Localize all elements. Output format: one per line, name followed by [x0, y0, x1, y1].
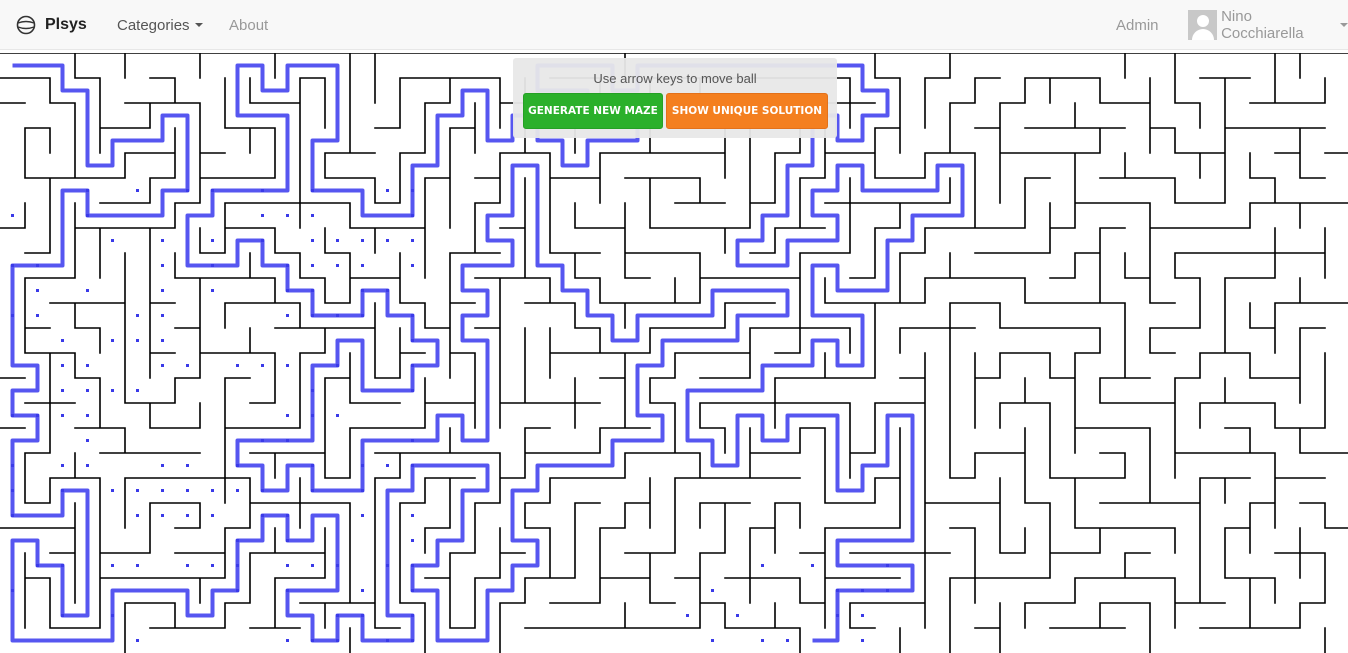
show-solution-button[interactable]: SHOW UNIQUE SOLUTION: [666, 93, 828, 129]
maze-walls: [0, 53, 1348, 653]
maze-control-panel: Use arrow keys to move ball GENERATE NEW…: [513, 58, 837, 138]
brand-name: Plsys: [45, 16, 87, 33]
nav-about-label: About: [229, 16, 269, 34]
user-name: Nino Cocchiarella: [1221, 8, 1304, 42]
generate-maze-button[interactable]: GENERATE NEW MAZE: [523, 93, 663, 129]
instructions-text: Use arrow keys to move ball: [593, 71, 757, 86]
nav-categories-dropdown[interactable]: Categories: [117, 0, 203, 50]
nav-admin-link[interactable]: Admin: [1116, 0, 1159, 50]
avatar: [1188, 10, 1218, 40]
nav-about-link[interactable]: About: [229, 0, 268, 50]
chevron-down-icon: [1340, 23, 1348, 27]
maze-canvas: [0, 53, 1348, 653]
nav-categories-label: Categories: [117, 16, 190, 34]
brand-link[interactable]: Plsys: [15, 0, 87, 50]
navbar: Plsys Categories About Admin Nino Cocchi…: [0, 0, 1348, 50]
chevron-down-icon: [194, 23, 203, 27]
globe-icon: [16, 15, 36, 35]
user-menu-dropdown[interactable]: Nino Cocchiarella: [1188, 0, 1348, 50]
nav-admin-label: Admin: [1116, 16, 1159, 34]
maze-board[interactable]: [0, 53, 1348, 653]
